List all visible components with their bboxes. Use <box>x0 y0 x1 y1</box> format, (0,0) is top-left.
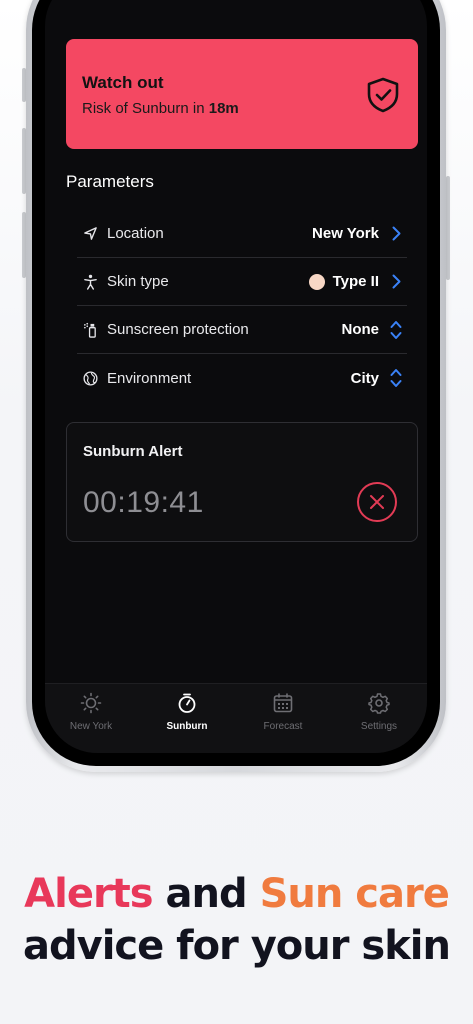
param-row-environment[interactable]: Environment City <box>77 354 407 402</box>
param-label: Location <box>107 225 164 242</box>
param-label: Environment <box>107 369 192 387</box>
sunburn-warning-card: Watch out Risk of Sunburn in 18m <box>66 39 418 149</box>
shield-check-icon <box>367 77 399 113</box>
param-value: None <box>341 321 380 338</box>
sunburn-alert-card: Sunburn Alert 00:19:41 <box>66 422 418 542</box>
skin-tone-swatch <box>308 273 325 290</box>
warning-subtitle-prefix: Risk of Sunburn in <box>82 100 205 117</box>
param-row-sunscreen[interactable]: Sunscreen protection None <box>77 306 407 354</box>
close-icon <box>370 495 384 509</box>
headline-word-sun-care: Sun care <box>259 871 450 917</box>
skin-type-value: Type II <box>332 273 379 290</box>
timer-title: Sunburn Alert <box>83 443 183 460</box>
timer-countdown: 00:19:41 <box>83 486 204 519</box>
headline-word-alerts: Alerts <box>24 871 153 917</box>
chevron-up-down-icon <box>389 320 403 339</box>
phone-frame: Watch out Risk of Sunburn in 18m Paramet… <box>26 0 446 772</box>
chevron-right-icon <box>389 225 403 243</box>
cancel-alert-button[interactable] <box>357 482 397 522</box>
warning-subtitle-time: 18m <box>208 100 239 117</box>
chevron-up-down-icon <box>389 369 403 387</box>
gear-icon <box>339 692 419 714</box>
tab-sunburn[interactable]: Sunburn <box>147 692 227 732</box>
headline-line-2: advice for your skin <box>23 923 451 969</box>
spray-bottle-icon <box>81 321 99 339</box>
parameters-title: Parameters <box>66 172 154 191</box>
globe-icon <box>81 369 99 387</box>
headline-line-1: Alerts and Sun care <box>0 868 473 920</box>
tab-new-york[interactable]: New York <box>51 692 131 732</box>
param-label: Sunscreen protection <box>107 321 249 338</box>
chevron-right-icon <box>389 273 403 291</box>
sun-icon <box>51 692 131 714</box>
tab-label: Sunburn <box>166 721 208 732</box>
param-row-location[interactable]: Location New York <box>77 210 407 258</box>
tab-label: New York <box>69 721 113 732</box>
calendar-icon <box>243 692 323 714</box>
warning-subtitle: Risk of Sunburn in 18m <box>82 100 239 117</box>
stopwatch-icon <box>147 692 227 714</box>
marketing-headline: Alerts and Sun care advice for your skin <box>0 868 473 972</box>
phone-bezel: Watch out Risk of Sunburn in 18m Paramet… <box>32 0 440 766</box>
tab-label: Forecast <box>263 721 303 732</box>
param-label: Skin type <box>107 273 169 290</box>
param-value: New York <box>312 225 379 242</box>
tab-label: Settings <box>360 721 398 732</box>
tab-bar: New York Sunburn Forecast Settings <box>45 683 427 753</box>
app-screen: Watch out Risk of Sunburn in 18m Paramet… <box>45 0 427 753</box>
headline-word-and: and <box>165 871 248 917</box>
person-icon <box>81 273 99 291</box>
param-row-skin-type[interactable]: Skin type Type II <box>77 258 407 306</box>
param-value: Type II <box>308 273 379 290</box>
tab-forecast[interactable]: Forecast <box>243 692 323 732</box>
phone-power-button <box>446 176 450 280</box>
warning-title: Watch out <box>82 73 164 92</box>
tab-settings[interactable]: Settings <box>339 692 419 732</box>
location-arrow-icon <box>81 225 99 243</box>
param-value: City <box>350 369 379 387</box>
